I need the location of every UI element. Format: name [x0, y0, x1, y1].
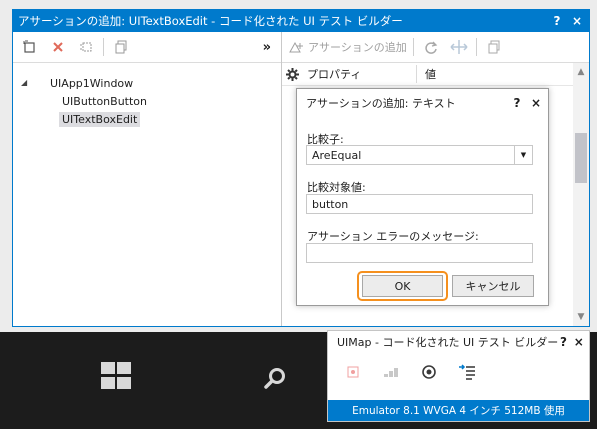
toolbar-separator	[412, 38, 414, 56]
dialog-help-button[interactable]: ?	[510, 96, 524, 110]
scroll-up-icon[interactable]: ▲	[573, 67, 589, 77]
properties-scrollbar[interactable]: ▲ ▼	[573, 63, 589, 326]
cancel-button[interactable]: キャンセル	[452, 275, 534, 297]
help-button[interactable]: ?	[549, 14, 565, 28]
windows-start-icon[interactable]	[101, 362, 133, 391]
window-title-bar[interactable]: アサーションの追加: UITextBoxEdit - コード化された UI テス…	[13, 10, 589, 32]
property-column-label: プロパティ	[307, 68, 362, 81]
refresh-icon[interactable]	[420, 36, 442, 58]
dialog-close-button[interactable]: ×	[529, 96, 543, 110]
search-icon[interactable]	[262, 366, 290, 390]
ui-control-map-pane: » ◢ UIApp1Window UIButtonButton UITextBo…	[13, 32, 282, 326]
uimap-close-button[interactable]: ×	[574, 335, 584, 349]
dialog-title-bar[interactable]: アサーションの追加: テキスト ? ×	[297, 89, 548, 117]
compare-value-label: 比較対象値:	[307, 181, 366, 194]
scroll-down-icon[interactable]: ▼	[573, 312, 589, 322]
uimap-title-bar[interactable]: UIMap - コード化された UI テスト ビルダー ? ×	[328, 331, 589, 353]
split-icon[interactable]	[75, 36, 97, 58]
property-column-header[interactable]: プロパティ	[282, 65, 417, 83]
delete-icon[interactable]	[47, 36, 69, 58]
collapse-arrow-icon[interactable]: ◢	[21, 78, 27, 87]
record-icon[interactable]	[342, 361, 364, 383]
uimap-title: UIMap - コード化された UI テスト ビルダー	[337, 336, 559, 349]
gear-icon	[286, 67, 299, 81]
expand-pane-button[interactable]: »	[263, 40, 271, 55]
move-icon[interactable]	[448, 36, 470, 58]
window-title: アサーションの追加: UITextBoxEdit - コード化された UI テス…	[18, 14, 403, 28]
comparator-select[interactable]: AreEqual ▼	[306, 145, 533, 165]
copy-icon[interactable]	[483, 36, 505, 58]
compare-value-input[interactable]: button	[306, 194, 533, 214]
target-icon[interactable]	[418, 361, 440, 383]
error-message-label: アサーション エラーのメッセージ:	[307, 230, 479, 243]
chevron-down-icon[interactable]: ▼	[514, 146, 532, 164]
error-message-input[interactable]	[306, 243, 533, 263]
tree-node-root[interactable]: UIApp1Window	[47, 76, 136, 91]
add-assertion-icon	[289, 41, 303, 53]
uimap-toolbar	[328, 353, 589, 391]
comparator-value: AreEqual	[312, 148, 362, 162]
ok-button[interactable]: OK	[362, 275, 443, 297]
add-assertion-label: アサーションの追加	[308, 41, 407, 54]
uimap-help-button[interactable]: ?	[558, 335, 568, 349]
add-assertion-button[interactable]: アサーションの追加	[288, 39, 407, 55]
generate-code-icon[interactable]	[456, 361, 478, 383]
steps-icon[interactable]	[380, 361, 402, 383]
right-toolbar: アサーションの追加	[282, 32, 589, 63]
add-assertion-dialog: アサーションの追加: テキスト ? × 比較子: AreEqual ▼ 比較対象…	[296, 88, 549, 306]
tree-node-button[interactable]: UIButtonButton	[59, 94, 150, 109]
copy-icon[interactable]	[110, 36, 132, 58]
toolbar-separator	[103, 38, 104, 56]
left-toolbar: »	[13, 32, 281, 63]
emulator-status-bar: Emulator 8.1 WVGA 4 インチ 512MB 使用	[328, 400, 589, 421]
new-window-icon[interactable]	[19, 36, 41, 58]
close-button[interactable]: ×	[569, 14, 585, 28]
value-column-header[interactable]: 値	[417, 66, 436, 82]
compare-value-text: button	[312, 197, 349, 211]
property-grid-header: プロパティ 値	[282, 63, 574, 86]
toolbar-separator	[475, 38, 477, 56]
tree-node-textbox[interactable]: UITextBoxEdit	[59, 112, 141, 127]
dialog-title: アサーションの追加: テキスト	[306, 97, 456, 110]
uimap-builder-window: UIMap - コード化された UI テスト ビルダー ? × Emulator…	[327, 330, 590, 422]
scrollbar-thumb[interactable]	[575, 133, 587, 183]
